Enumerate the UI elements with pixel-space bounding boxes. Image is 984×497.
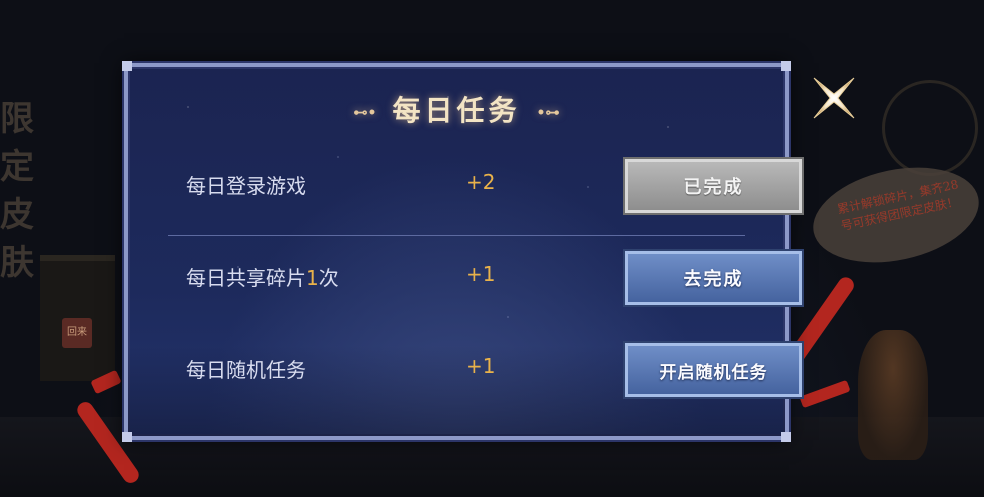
task-label: 每日共享碎片1次 <box>186 262 339 291</box>
hut-sign: 回来 <box>62 318 92 348</box>
task-row-share: 每日共享碎片1次 +1 去完成 <box>180 246 804 307</box>
panel-corner <box>122 61 132 71</box>
panel-corner <box>122 432 132 442</box>
task-label: 每日登录游戏 <box>186 174 306 198</box>
task-row-random: 每日随机任务 +1 开启随机任务 <box>180 338 804 399</box>
task-label-count: 1 <box>306 266 319 290</box>
completed-button[interactable]: 已完成 <box>623 157 804 215</box>
background-emblem <box>882 80 978 176</box>
task-label-suffix: 次 <box>318 266 339 290</box>
title-ornament-right-icon: •⊶ <box>536 104 560 121</box>
row-divider <box>168 235 745 236</box>
panel-corner <box>781 61 791 71</box>
character-figure <box>858 330 928 460</box>
go-complete-button[interactable]: 去完成 <box>623 249 804 307</box>
task-reward: +1 <box>466 354 496 378</box>
background-vertical-text: 限定皮肤 <box>0 99 34 283</box>
task-reward: +1 <box>466 262 496 286</box>
panel-title: 每日任务 <box>392 94 521 127</box>
start-random-task-button[interactable]: 开启随机任务 <box>623 341 804 399</box>
title-ornament-left-icon: ⊷• <box>353 104 377 121</box>
task-label-prefix: 每日共享碎片 <box>186 266 306 290</box>
panel-corner <box>781 432 791 442</box>
close-icon[interactable] <box>806 70 862 126</box>
task-reward: +2 <box>466 170 496 194</box>
task-label: 每日随机任务 <box>186 358 306 382</box>
task-row-login: 每日登录游戏 +2 已完成 <box>180 154 804 215</box>
panel-title-wrap: ⊷• 每日任务 •⊶ <box>128 89 785 129</box>
daily-tasks-panel: ⊷• 每日任务 •⊶ 每日登录游戏 +2 已完成 每日共享碎片1次 +1 去完成 每… <box>122 61 804 442</box>
